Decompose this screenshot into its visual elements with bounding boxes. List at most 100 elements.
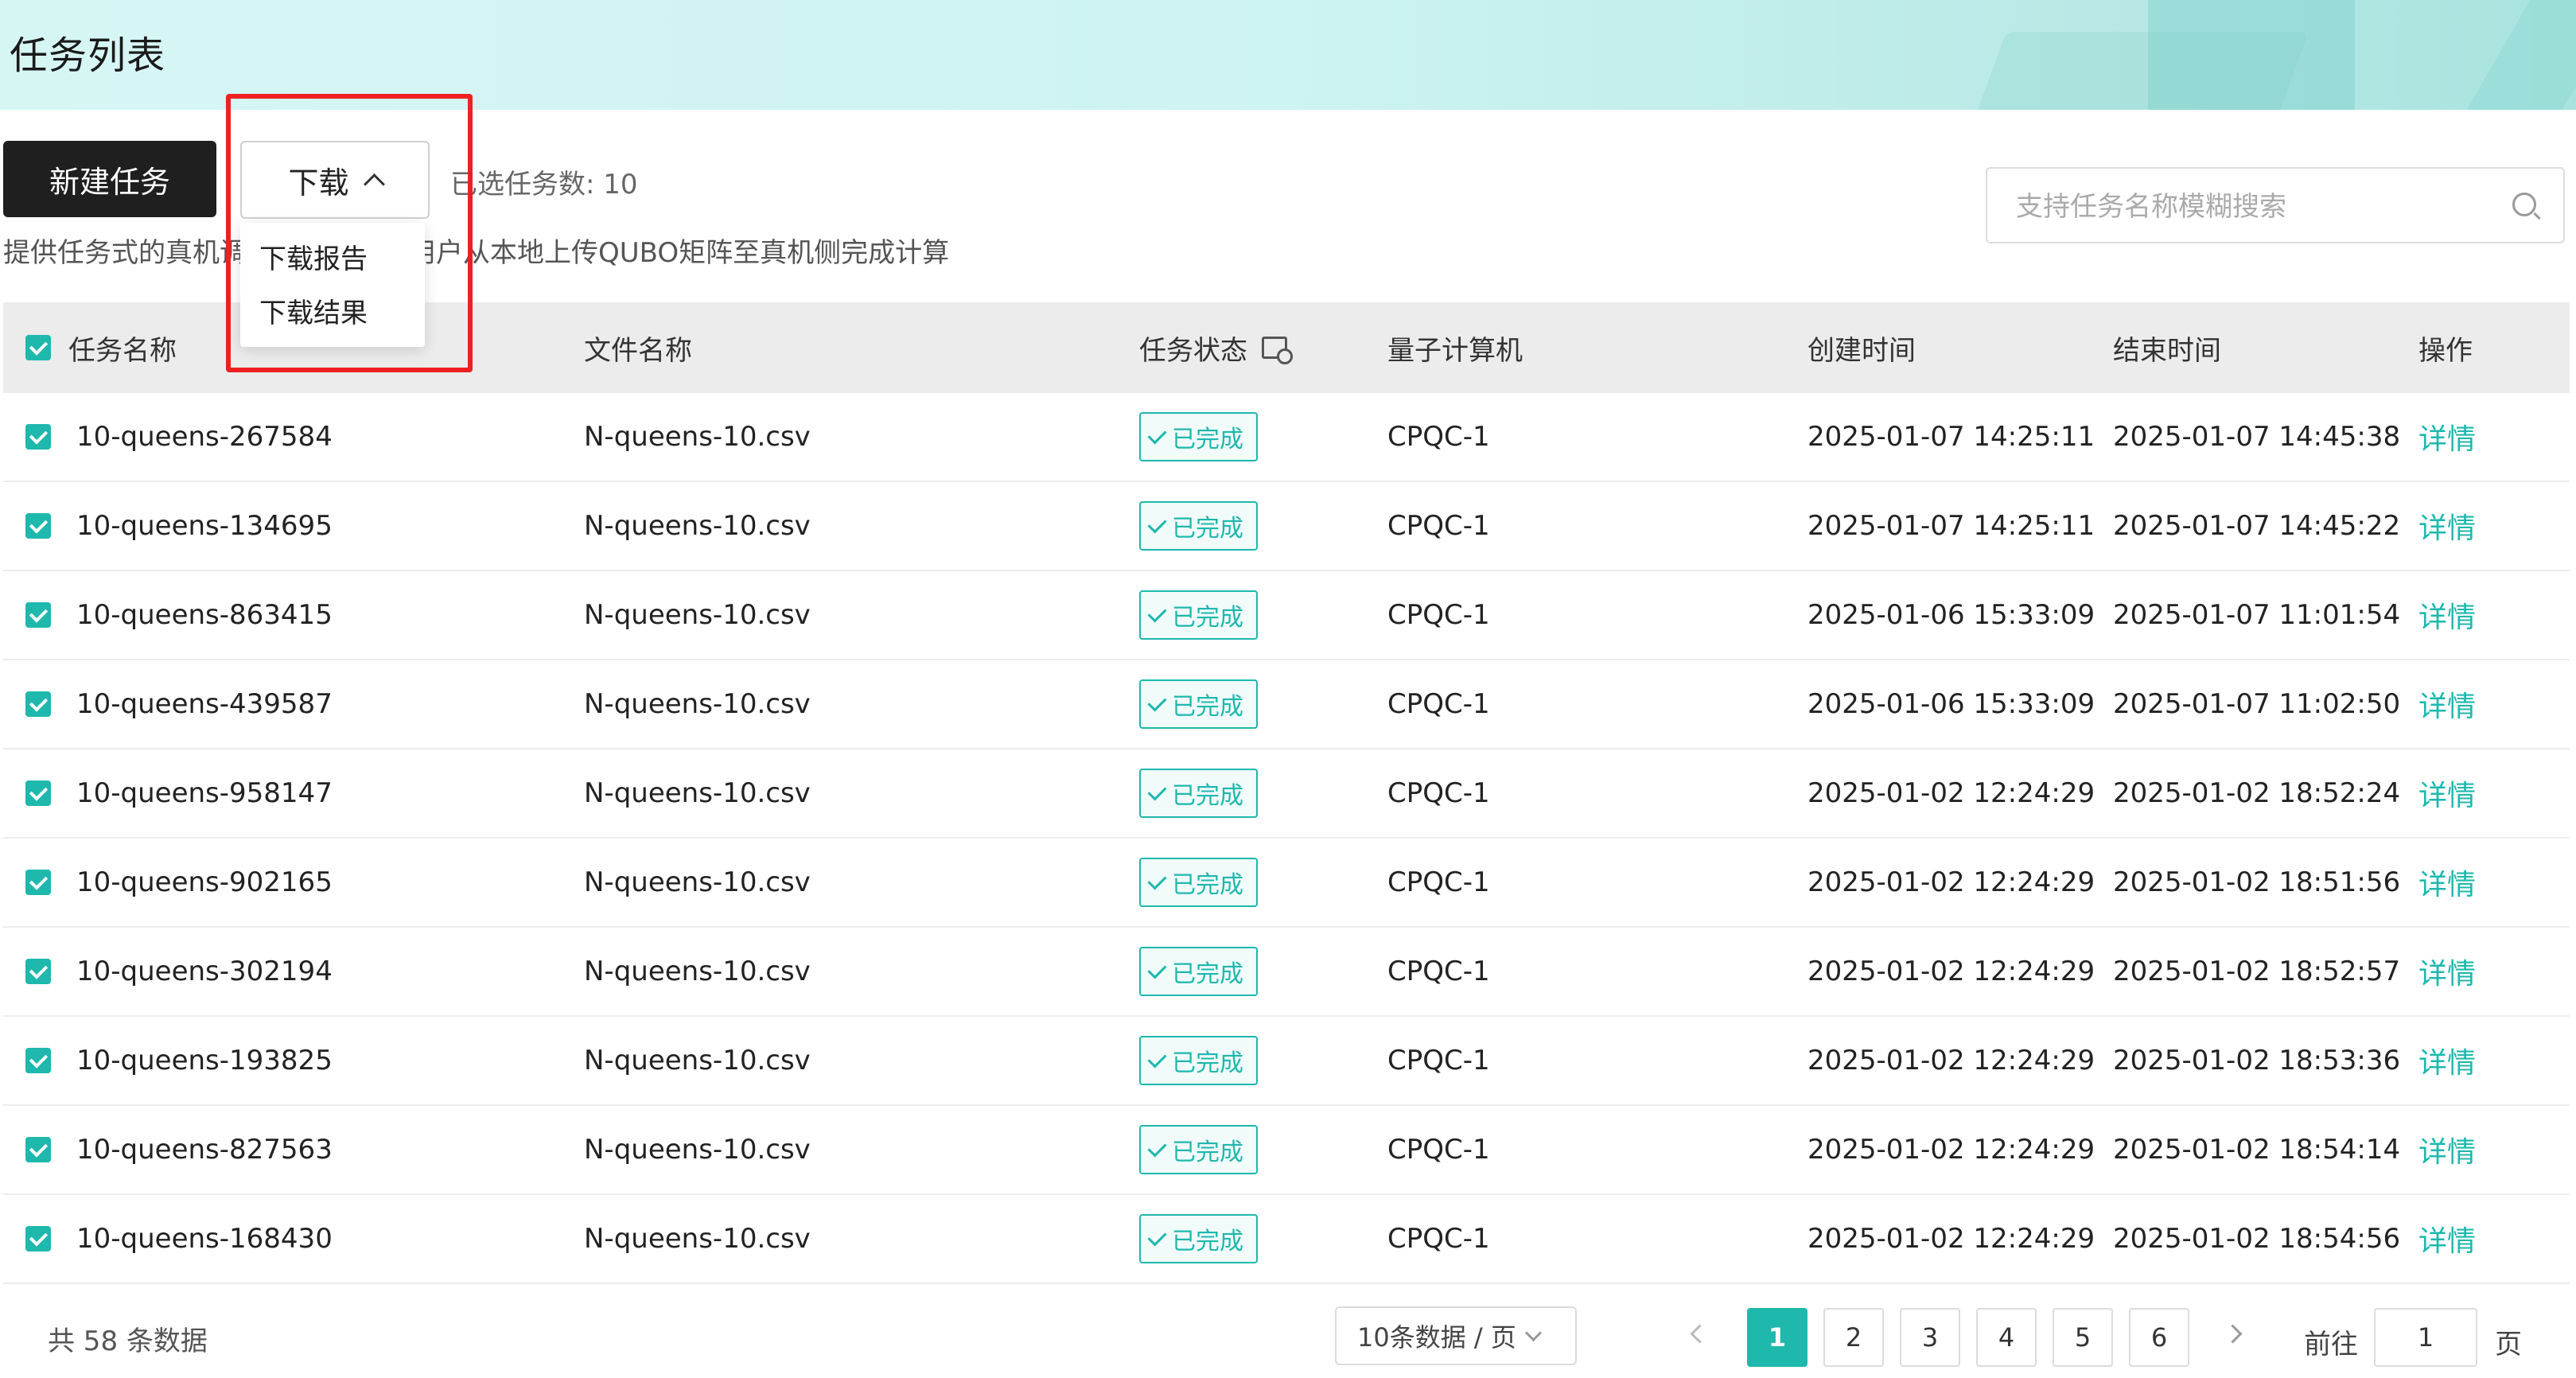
created-time: 2025-01-02 12:24:29 bbox=[1807, 866, 2095, 898]
status-cell: 已完成 bbox=[1139, 1195, 1258, 1283]
page-button-6[interactable]: 6 bbox=[2129, 1308, 2189, 1367]
file-name: N-queens-10.csv bbox=[584, 599, 811, 631]
page-button-4[interactable]: 4 bbox=[1976, 1308, 2037, 1367]
row-check-cell bbox=[25, 660, 51, 748]
selected-count: 已选任务数: 10 bbox=[450, 169, 638, 200]
page-button-1[interactable]: 1 bbox=[1747, 1308, 1807, 1367]
file-name: N-queens-10.csv bbox=[584, 866, 811, 898]
search-input[interactable] bbox=[2014, 186, 2495, 228]
status-badge: 已完成 bbox=[1139, 679, 1258, 729]
next-page-icon[interactable] bbox=[2223, 1324, 2243, 1344]
detail-link[interactable]: 详情 bbox=[2418, 1129, 2476, 1170]
row-checkbox[interactable] bbox=[25, 780, 51, 806]
file-name: N-queens-10.csv bbox=[584, 1134, 811, 1166]
row-checkbox[interactable] bbox=[25, 870, 51, 895]
row-checkbox[interactable] bbox=[25, 1048, 51, 1073]
file-name: N-queens-10.csv bbox=[584, 956, 811, 987]
check-icon bbox=[1147, 691, 1167, 712]
row-checkbox[interactable] bbox=[25, 1137, 51, 1162]
ended-time: 2025-01-07 14:45:38 bbox=[2113, 421, 2401, 453]
detail-link[interactable]: 详情 bbox=[2418, 416, 2476, 457]
row-checkbox[interactable] bbox=[25, 691, 51, 717]
status-label: 已完成 bbox=[1172, 782, 1243, 810]
row-checkbox[interactable] bbox=[25, 1226, 51, 1251]
detail-link[interactable]: 详情 bbox=[2418, 1218, 2476, 1259]
row-checkbox[interactable] bbox=[25, 959, 51, 984]
detail-link[interactable]: 详情 bbox=[2418, 594, 2476, 636]
created-time: 2025-01-06 15:33:09 bbox=[1807, 688, 2095, 720]
detail-link[interactable]: 详情 bbox=[2418, 862, 2476, 903]
row-check-cell bbox=[25, 928, 51, 1015]
search-icon[interactable] bbox=[2512, 193, 2536, 216]
detail-link-cell: 详情 bbox=[2418, 1195, 2476, 1283]
row-check-cell bbox=[25, 393, 51, 481]
detail-link-cell: 详情 bbox=[2418, 571, 2476, 659]
detail-link-cell: 详情 bbox=[2418, 1106, 2476, 1193]
task-name: 10-queens-168430 bbox=[76, 1223, 333, 1255]
status-label: 已完成 bbox=[1172, 693, 1243, 721]
page-size-select[interactable]: 10条数据 / 页 bbox=[1335, 1306, 1577, 1365]
quantum-computer: CPQC-1 bbox=[1387, 777, 1490, 809]
created-time: 2025-01-07 14:25:11 bbox=[1807, 510, 2095, 542]
status-badge: 已完成 bbox=[1139, 769, 1258, 818]
page-button-2[interactable]: 2 bbox=[1823, 1308, 1884, 1367]
detail-link[interactable]: 详情 bbox=[2418, 505, 2476, 547]
status-cell: 已完成 bbox=[1139, 660, 1258, 748]
task-name: 10-queens-193825 bbox=[76, 1045, 333, 1076]
table-row: 10-queens-193825 N-queens-10.csv 已完成 CPQC-1… bbox=[3, 1017, 2570, 1106]
row-check-cell bbox=[25, 1195, 51, 1283]
detail-link-cell: 详情 bbox=[2418, 928, 2476, 1015]
goto-suffix: 页 bbox=[2495, 1329, 2522, 1360]
highlight-box bbox=[226, 94, 473, 372]
file-name: N-queens-10.csv bbox=[584, 421, 811, 453]
status-badge: 已完成 bbox=[1139, 947, 1258, 996]
table-row: 10-queens-902165 N-queens-10.csv 已完成 CPQC-1… bbox=[3, 839, 2570, 928]
page-description: 提供任务式的真机调用服务，支持用户从本地上传QUBO矩阵至真机侧完成计算 bbox=[3, 237, 950, 269]
detail-link-cell: 详情 bbox=[2418, 1017, 2476, 1104]
select-all-checkbox[interactable] bbox=[25, 335, 51, 360]
detail-link[interactable]: 详情 bbox=[2418, 951, 2476, 992]
quantum-computer: CPQC-1 bbox=[1387, 866, 1490, 898]
detail-link-cell: 详情 bbox=[2418, 839, 2476, 926]
status-cell: 已完成 bbox=[1139, 1106, 1258, 1193]
goto-label: 前往 bbox=[2304, 1329, 2358, 1360]
detail-link[interactable]: 详情 bbox=[2418, 773, 2476, 814]
table-row: 10-queens-134695 N-queens-10.csv 已完成 CPQC-1… bbox=[3, 482, 2570, 571]
status-label: 已完成 bbox=[1172, 426, 1243, 453]
row-check-cell bbox=[25, 1106, 51, 1193]
check-icon bbox=[1147, 959, 1167, 979]
new-task-button[interactable]: 新建任务 bbox=[3, 141, 216, 217]
column-header-action: 操作 bbox=[2418, 334, 2473, 367]
chevron-down-icon bbox=[1524, 1324, 1542, 1341]
row-check-cell bbox=[25, 1017, 51, 1104]
row-checkbox[interactable] bbox=[25, 513, 51, 539]
status-filter-icon[interactable] bbox=[1262, 337, 1293, 364]
quantum-computer: CPQC-1 bbox=[1387, 1134, 1490, 1166]
status-badge: 已完成 bbox=[1139, 412, 1258, 461]
row-checkbox[interactable] bbox=[25, 602, 51, 628]
file-name: N-queens-10.csv bbox=[584, 1223, 811, 1255]
detail-link-cell: 详情 bbox=[2418, 749, 2476, 837]
detail-link[interactable]: 详情 bbox=[2418, 1040, 2476, 1081]
quantum-computer: CPQC-1 bbox=[1387, 599, 1490, 631]
ended-time: 2025-01-07 11:01:54 bbox=[2113, 599, 2401, 631]
created-time: 2025-01-02 12:24:29 bbox=[1807, 1134, 2095, 1166]
task-name: 10-queens-439587 bbox=[76, 688, 333, 720]
created-time: 2025-01-02 12:24:29 bbox=[1807, 956, 2095, 987]
task-name: 10-queens-958147 bbox=[76, 777, 333, 809]
prev-page-icon[interactable] bbox=[1690, 1324, 1710, 1344]
table-row: 10-queens-958147 N-queens-10.csv 已完成 CPQC-1… bbox=[3, 749, 2570, 839]
row-checkbox[interactable] bbox=[25, 424, 51, 450]
file-name: N-queens-10.csv bbox=[584, 777, 811, 809]
row-check-cell bbox=[25, 571, 51, 659]
table-body: 10-queens-267584 N-queens-10.csv 已完成 CPQC-1… bbox=[3, 393, 2570, 1284]
detail-link[interactable]: 详情 bbox=[2418, 683, 2476, 725]
page-button-3[interactable]: 3 bbox=[1900, 1308, 1960, 1367]
page-button-5[interactable]: 5 bbox=[2053, 1308, 2113, 1367]
goto-page-input[interactable] bbox=[2374, 1308, 2477, 1367]
status-badge: 已完成 bbox=[1139, 858, 1258, 907]
created-time: 2025-01-02 12:24:29 bbox=[1807, 1045, 2095, 1076]
check-icon bbox=[1147, 1137, 1167, 1158]
check-icon bbox=[1147, 513, 1167, 534]
status-cell: 已完成 bbox=[1139, 571, 1258, 659]
